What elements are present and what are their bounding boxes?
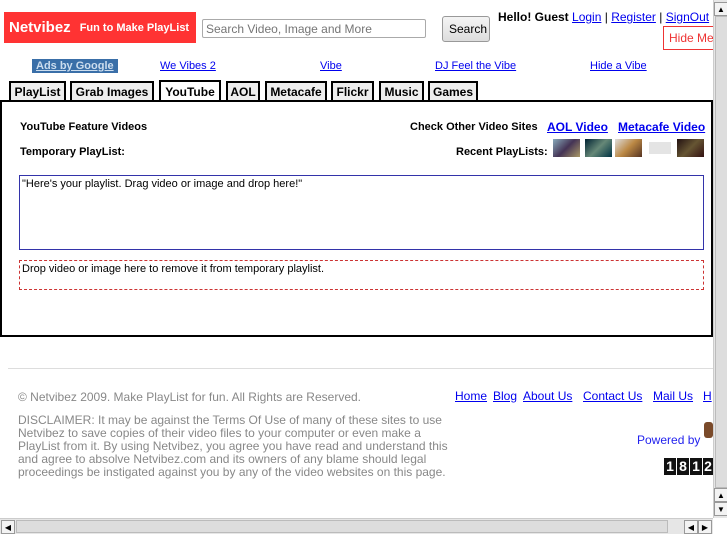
tab-music[interactable]: Music (379, 81, 424, 100)
greeting: Hello! Guest (498, 10, 569, 24)
tab-youtube[interactable]: YouTube (159, 80, 221, 101)
footer-divider (8, 368, 713, 369)
tab-games[interactable]: Games (428, 81, 478, 100)
counter-digit: 1 (690, 458, 702, 475)
copyright: © Netvibez 2009. Make PlayList for fun. … (18, 390, 362, 404)
scroll-up-icon[interactable]: ▲ (714, 488, 727, 502)
playlist-thumbnail[interactable] (677, 139, 704, 157)
signout-link[interactable]: SignOut (666, 10, 709, 24)
footer-link-blog[interactable]: Blog (493, 389, 517, 403)
counter-digit: 8 (677, 458, 689, 475)
footer-link-home[interactable]: Home (455, 389, 487, 403)
video-camera-icon[interactable] (649, 142, 671, 154)
tab-flickr[interactable]: Flickr (331, 81, 374, 100)
search-input[interactable] (202, 19, 426, 38)
scroll-left-icon[interactable]: ◀ (684, 520, 698, 534)
footer-link-contact[interactable]: Contact Us (583, 389, 642, 403)
scroll-down-icon[interactable]: ▼ (714, 502, 727, 516)
tab-metacafe[interactable]: Metacafe (265, 81, 327, 100)
login-link[interactable]: Login (572, 10, 601, 24)
scroll-right-icon[interactable]: ▶ (698, 520, 712, 534)
separator: | (604, 10, 608, 24)
counter-digit: 2 (703, 458, 713, 475)
logo-text: Netvibez (9, 19, 71, 36)
mascot-icon (704, 422, 713, 438)
ad-link[interactable]: We Vibes 2 (160, 60, 216, 72)
search-button[interactable]: Search (442, 16, 490, 42)
tab-playlist[interactable]: PlayList (9, 81, 66, 100)
user-bar: Hello! Guest Login | Register | SignOut (498, 10, 709, 24)
tab-aol[interactable]: AOL (226, 81, 260, 100)
playlist-drop-zone[interactable]: "Here's your playlist. Drag video or ima… (19, 175, 704, 250)
powered-by: Powered by (637, 433, 701, 447)
remove-drop-zone[interactable]: Drop video or image here to remove it fr… (19, 260, 704, 290)
separator: | (659, 10, 663, 24)
panel-title: YouTube Feature Videos (20, 121, 148, 133)
recent-playlists-label: Recent PlayLists: (456, 146, 548, 158)
check-other-label: Check Other Video Sites (410, 121, 538, 133)
logo[interactable]: Netvibez Fun to Make PlayList (4, 12, 196, 43)
metacafe-video-link[interactable]: Metacafe Video (618, 120, 705, 134)
ad-link[interactable]: DJ Feel the Vibe (435, 60, 516, 72)
disclaimer: DISCLAIMER: It may be against the Terms … (18, 413, 448, 479)
ad-link[interactable]: Vibe (320, 60, 342, 72)
scroll-up-icon[interactable]: ▲ (714, 2, 727, 16)
scroll-left-icon[interactable]: ◀ (1, 520, 15, 534)
playlist-thumbnail[interactable] (615, 139, 642, 157)
horizontal-scrollbar[interactable]: ◀ ◀ ▶ (0, 518, 713, 534)
playlist-thumbnail[interactable] (585, 139, 612, 157)
footer-link-about[interactable]: About Us (523, 389, 572, 403)
scroll-thumb[interactable] (715, 16, 727, 488)
aol-video-link[interactable]: AOL Video (547, 120, 608, 134)
temp-playlist-label: Temporary PlayList: (20, 146, 125, 158)
footer-link-mail[interactable]: Mail Us (653, 389, 693, 403)
scroll-thumb[interactable] (16, 520, 668, 533)
tab-grab-images[interactable]: Grab Images (70, 81, 154, 100)
footer-link-more[interactable]: H (703, 389, 712, 403)
playlist-thumbnail[interactable] (553, 139, 580, 157)
vertical-scrollbar[interactable]: ▲ ▲ ▼ (713, 0, 727, 518)
tagline: Fun to Make PlayList (79, 21, 190, 34)
counter-digit: 1 (664, 458, 676, 475)
ad-link[interactable]: Hide a Vibe (590, 60, 647, 72)
ads-by-google[interactable]: Ads by Google (32, 59, 118, 73)
register-link[interactable]: Register (611, 10, 656, 24)
